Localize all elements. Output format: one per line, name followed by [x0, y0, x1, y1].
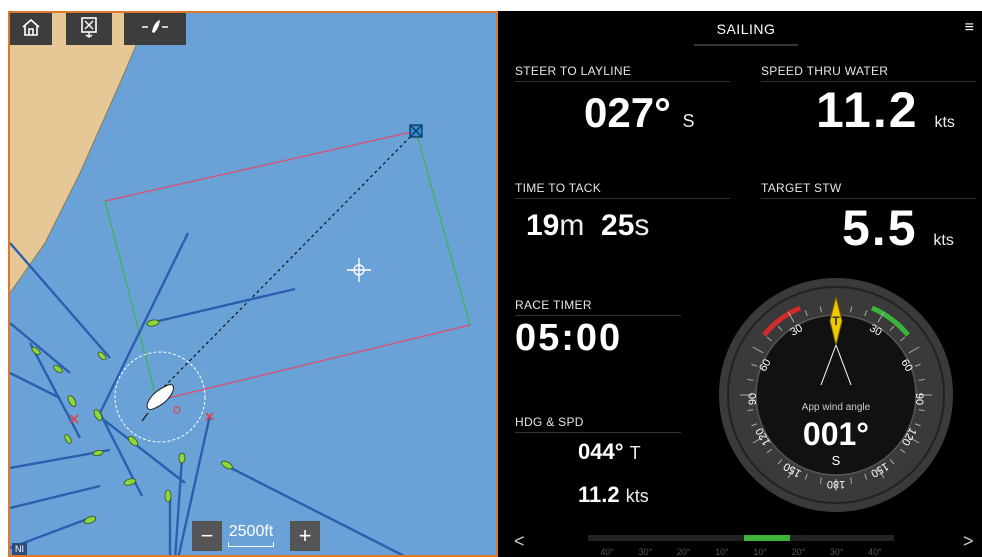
center-vessel-button[interactable] [124, 13, 186, 45]
pointer-label: T [832, 314, 840, 328]
bar-track [588, 535, 894, 541]
bar-tick: 30° [638, 547, 653, 557]
steer-to-layline-unit: S [682, 111, 695, 131]
divider [515, 315, 681, 316]
steer-to-layline-number: 027° [584, 89, 671, 136]
race-timer-label: RACE TIMER [515, 298, 592, 312]
zoom-out-button[interactable]: − [192, 521, 222, 551]
wind-shift-bar: 40° 30° 20° 10° 10° 20° 30° 40° [588, 533, 894, 557]
bar-tick: 30° [829, 547, 844, 557]
wind-angle-value: 001° [803, 416, 869, 452]
home-icon [21, 18, 41, 41]
chart-map[interactable] [10, 13, 498, 557]
zoom-in-button[interactable]: + [290, 521, 320, 551]
tick-label: 90 [913, 393, 925, 405]
tick-label: 90 [747, 393, 759, 405]
course-line-top [104, 130, 417, 202]
divider [515, 81, 730, 82]
bar-tick: 20° [676, 547, 691, 557]
target-stw-unit: kts [933, 232, 954, 249]
time-to-tack-s-unit: s [634, 209, 650, 242]
vessel-position-icon [140, 16, 170, 43]
cursor-icon[interactable] [347, 258, 371, 282]
page-title[interactable]: SAILING [694, 21, 798, 37]
steer-to-layline-value: 027° S [584, 89, 695, 137]
time-to-tack-seconds: 25 [601, 209, 635, 242]
wind-angle-gauge[interactable]: T App wind angle 001° S 30 30 60 60 90 9… [716, 275, 956, 515]
bar-fill [744, 535, 790, 541]
danger-targets [69, 412, 214, 424]
heading-number: 044° [578, 439, 624, 464]
time-to-tack-label: TIME TO TACK [515, 181, 602, 195]
land-area [10, 13, 150, 293]
time-to-tack-minutes: 19 [526, 209, 560, 242]
scale-bar [228, 542, 274, 547]
bar-tick: 40° [600, 547, 614, 557]
speed-thru-water-number: 11.2 [816, 82, 919, 138]
dashboard-header: SAILING ≡ [498, 11, 982, 47]
title-underline [694, 44, 798, 46]
wind-angle-unit: S [832, 453, 841, 468]
time-to-tack-value: 19m 25s [526, 209, 649, 243]
speed-number: 11.2 [578, 482, 620, 507]
own-vessel-icon[interactable] [141, 384, 174, 422]
target-stw-label: TARGET STW [761, 181, 842, 195]
bar-tick-labels: 40° 30° 20° 10° 10° 20° 30° 40° [588, 547, 894, 557]
heading-value: 044° T [578, 439, 641, 465]
waypoint-drop-icon [79, 16, 99, 43]
speed-thru-water-unit: kts [934, 114, 955, 131]
waypoint-icon[interactable] [409, 124, 423, 138]
speed-value: 11.2 kts [578, 482, 649, 508]
steer-to-layline-label: STEER TO LAYLINE [515, 64, 632, 78]
heading-unit: T [629, 443, 641, 463]
bar-tick: 40° [868, 547, 882, 557]
course-line-right [415, 130, 471, 326]
chart-logo: NI [12, 543, 27, 555]
speed-unit: kts [625, 486, 649, 506]
bar-tick: 10° [715, 547, 729, 557]
wind-gauge-label: App wind angle [802, 402, 871, 413]
divider [515, 198, 730, 199]
hdg-spd-label: HDG & SPD [515, 415, 584, 429]
menu-icon[interactable]: ≡ [965, 19, 974, 37]
chart-pane[interactable]: − 2500ft + NI [8, 11, 498, 557]
home-button[interactable] [10, 13, 52, 45]
ais-target-lines [10, 232, 405, 555]
route-line [159, 130, 417, 392]
target-stw-value: 5.5 kts [842, 199, 954, 257]
sailing-dashboard: SAILING ≡ STEER TO LAYLINE 027° S SPEED … [498, 11, 982, 557]
tick-label: 180 [827, 478, 845, 490]
race-timer-value[interactable]: 05:00 [515, 317, 622, 360]
waypoint-button[interactable] [66, 13, 112, 45]
target-stw-number: 5.5 [842, 200, 918, 256]
speed-thru-water-label: SPEED THRU WATER [761, 64, 889, 78]
bar-tick: 20° [791, 547, 806, 557]
time-to-tack-m-unit: m [559, 209, 585, 242]
course-line-left [104, 200, 156, 394]
scale-label: 2500ft [228, 523, 274, 540]
divider [515, 432, 681, 433]
man-overboard-marker [173, 406, 181, 414]
bar-tick: 10° [753, 547, 767, 557]
course-line-bottom [167, 324, 471, 399]
chart-scale: 2500ft [228, 523, 274, 547]
prev-page-button[interactable]: < [514, 531, 525, 552]
speed-thru-water-value: 11.2 kts [816, 81, 955, 139]
next-page-button[interactable]: > [963, 531, 974, 552]
